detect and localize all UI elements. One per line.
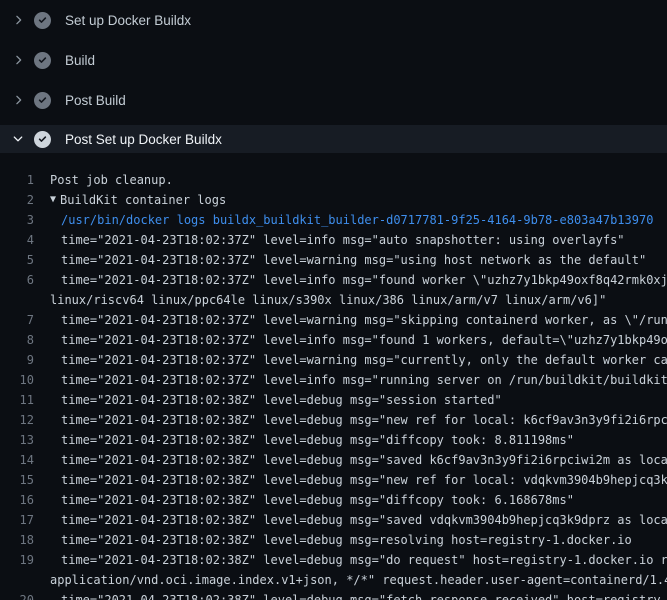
log-row: 2▼BuildKit container logs [0,190,667,210]
log-row: 4time="2021-04-23T18:02:37Z" level=info … [0,230,667,250]
check-circle-icon [34,12,51,29]
chevron-right-icon[interactable] [11,93,25,107]
log-row: 12time="2021-04-23T18:02:38Z" level=debu… [0,410,667,430]
line-number[interactable]: 20 [0,590,34,600]
log-text: application/vnd.oci.image.index.v1+json,… [34,573,667,587]
log-text: BuildKit container logs [56,193,226,207]
log-row: application/vnd.oci.image.index.v1+json,… [0,570,667,590]
log-text: time="2021-04-23T18:02:38Z" level=debug … [34,553,667,567]
log-row: 16time="2021-04-23T18:02:38Z" level=debu… [0,490,667,510]
log-text: time="2021-04-23T18:02:38Z" level=debug … [34,393,502,407]
log-text: time="2021-04-23T18:02:37Z" level=info m… [34,273,667,287]
log-row: 19time="2021-04-23T18:02:38Z" level=debu… [0,550,667,570]
step-label: Post Build [65,93,126,108]
step-header[interactable]: Set up Docker Buildx [0,0,667,40]
step-header[interactable]: Post Set up Docker Buildx [0,125,667,153]
line-number[interactable]: 5 [0,250,34,270]
check-circle-icon [34,52,51,69]
step-label: Set up Docker Buildx [65,13,191,28]
step-header[interactable]: Post Build [0,80,667,120]
log-text: time="2021-04-23T18:02:38Z" level=debug … [34,413,667,427]
log-row: 1Post job cleanup. [0,170,667,190]
log-row: 18time="2021-04-23T18:02:38Z" level=debu… [0,530,667,550]
check-circle-icon [34,92,51,109]
log-row: 6time="2021-04-23T18:02:37Z" level=info … [0,270,667,290]
log-text: time="2021-04-23T18:02:38Z" level=debug … [34,533,632,547]
log-row: linux/riscv64 linux/ppc64le linux/s390x … [0,290,667,310]
line-number[interactable]: 14 [0,450,34,470]
line-number[interactable]: 7 [0,310,34,330]
log-row: 10time="2021-04-23T18:02:37Z" level=info… [0,370,667,390]
log-text: time="2021-04-23T18:02:38Z" level=debug … [34,493,574,507]
check-circle-icon [34,131,51,148]
log-text: time="2021-04-23T18:02:38Z" level=debug … [34,513,667,527]
log-text: time="2021-04-23T18:02:37Z" level=info m… [34,233,625,247]
log-text: time="2021-04-23T18:02:37Z" level=warnin… [34,313,667,327]
line-number[interactable]: 6 [0,270,34,290]
log-text: time="2021-04-23T18:02:38Z" level=debug … [34,433,574,447]
log-row: 8time="2021-04-23T18:02:37Z" level=info … [0,330,667,350]
line-number[interactable]: 2 [0,190,34,210]
line-number[interactable]: 17 [0,510,34,530]
log-text: time="2021-04-23T18:02:38Z" level=debug … [34,593,667,600]
log-row: 7time="2021-04-23T18:02:37Z" level=warni… [0,310,667,330]
step-label: Post Set up Docker Buildx [65,132,222,147]
log-text: time="2021-04-23T18:02:38Z" level=debug … [34,453,667,467]
log-text: time="2021-04-23T18:02:37Z" level=info m… [34,373,667,387]
log-text: linux/riscv64 linux/ppc64le linux/s390x … [34,293,606,307]
log-text: time="2021-04-23T18:02:37Z" level=info m… [34,333,667,347]
line-number[interactable]: 13 [0,430,34,450]
step-header[interactable]: Build [0,40,667,80]
chevron-down-icon[interactable] [11,132,25,146]
chevron-right-icon[interactable] [11,53,25,67]
log-output: 1Post job cleanup. 2▼BuildKit container … [0,153,667,600]
line-number[interactable]: 15 [0,470,34,490]
line-number[interactable]: 10 [0,370,34,390]
log-row: 14time="2021-04-23T18:02:38Z" level=debu… [0,450,667,470]
line-number[interactable]: 18 [0,530,34,550]
log-group-toggle-icon[interactable]: ▼ [34,194,56,205]
line-number[interactable]: 1 [0,170,34,190]
log-row: 20time="2021-04-23T18:02:38Z" level=debu… [0,590,667,600]
line-number[interactable]: 9 [0,350,34,370]
step-label: Build [65,53,95,68]
steps-list: Set up Docker Buildx Build [0,0,667,153]
line-number[interactable]: 4 [0,230,34,250]
line-number[interactable]: 16 [0,490,34,510]
line-number[interactable]: 19 [0,550,34,570]
line-number[interactable]: 12 [0,410,34,430]
line-number[interactable]: 11 [0,390,34,410]
log-row: 15time="2021-04-23T18:02:38Z" level=debu… [0,470,667,490]
log-row: 3/usr/bin/docker logs buildx_buildkit_bu… [0,210,667,230]
log-row: 11time="2021-04-23T18:02:38Z" level=debu… [0,390,667,410]
line-number[interactable]: 3 [0,210,34,230]
log-text: time="2021-04-23T18:02:37Z" level=warnin… [34,253,646,267]
chevron-right-icon[interactable] [11,13,25,27]
log-row: 17time="2021-04-23T18:02:38Z" level=debu… [0,510,667,530]
log-row: 9time="2021-04-23T18:02:37Z" level=warni… [0,350,667,370]
log-text: /usr/bin/docker logs buildx_buildkit_bui… [34,213,653,227]
log-text: time="2021-04-23T18:02:38Z" level=debug … [34,473,667,487]
log-text: Post job cleanup. [34,173,173,187]
log-row: 5time="2021-04-23T18:02:37Z" level=warni… [0,250,667,270]
line-number[interactable]: 8 [0,330,34,350]
log-row: 13time="2021-04-23T18:02:38Z" level=debu… [0,430,667,450]
actions-log-viewer: Set up Docker Buildx Build [0,0,667,600]
log-text: time="2021-04-23T18:02:37Z" level=warnin… [34,353,667,367]
